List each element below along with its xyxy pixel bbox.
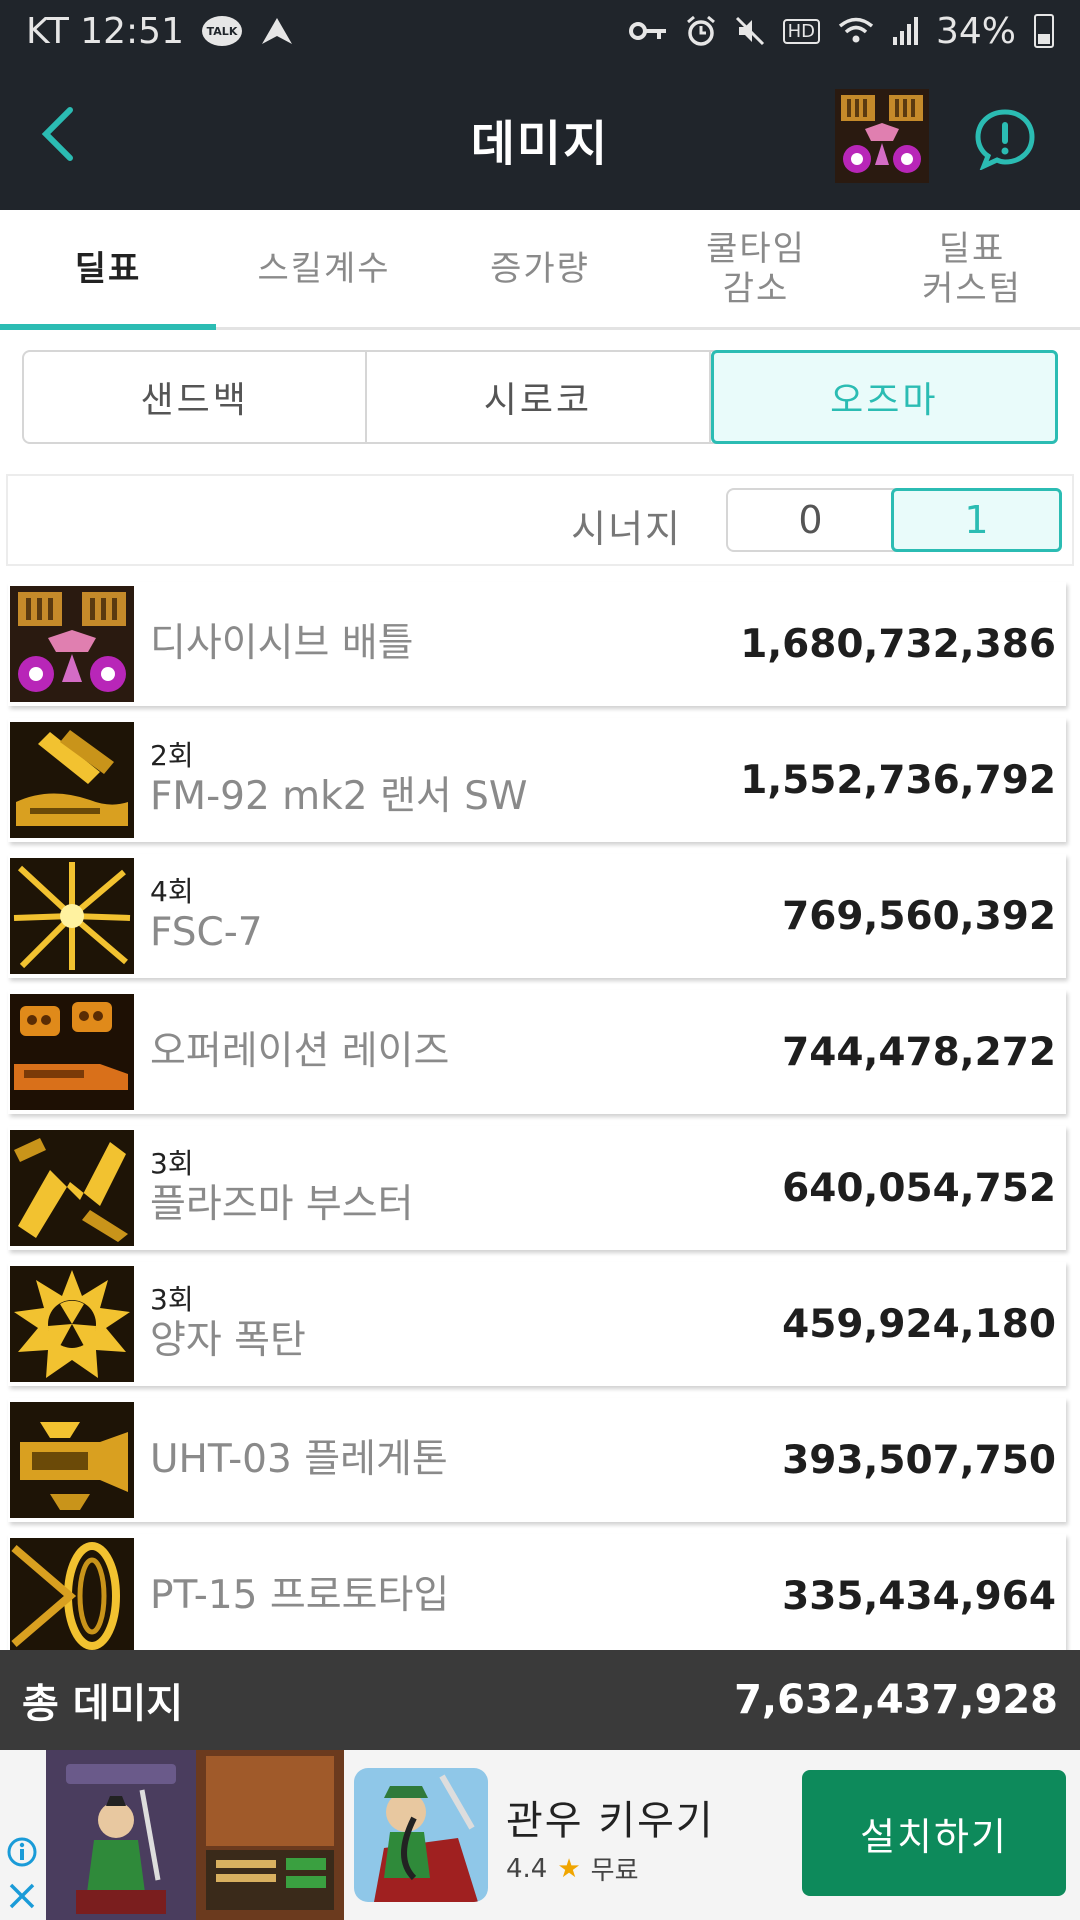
- segment-sirocco[interactable]: 시로코: [367, 352, 711, 442]
- total-damage-bar: 총 데미지 7,632,437,928: [0, 1650, 1080, 1750]
- battery-icon: [1034, 14, 1054, 48]
- list-item[interactable]: 2회 FM-92 mk2 랜서 SW 1,552,736,792: [8, 718, 1066, 842]
- segment-sandbag[interactable]: 샌드백: [24, 352, 368, 442]
- alarm-icon: [685, 15, 717, 47]
- ad-banner[interactable]: 관우 키우기 4.4 ★ 무료 설치하기: [0, 1750, 1080, 1920]
- skill-hits: 4회: [150, 875, 194, 908]
- signal-icon: [892, 17, 918, 45]
- skill-name: 양자 폭탄: [150, 1318, 306, 1363]
- segment-ozma[interactable]: 오즈마: [710, 350, 1058, 444]
- list-item[interactable]: 오퍼레이션 레이즈 744,478,272: [8, 990, 1066, 1114]
- synergy-label: 시너지: [571, 507, 682, 551]
- total-label: 총 데미지: [22, 1681, 184, 1727]
- tab-damage-table[interactable]: 딜표: [0, 210, 216, 330]
- tab-bar: 딜표 스킬계수 증가량 쿨타임 감소 딜표 커스텀: [0, 210, 1080, 330]
- list-item[interactable]: 4회 FSC-7 769,560,392: [8, 854, 1066, 978]
- skill-damage: 393,507,750: [782, 1437, 1056, 1483]
- tab-skill-coefficient[interactable]: 스킬계수: [216, 210, 432, 327]
- tab-cooldown-reduction[interactable]: 쿨타임 감소: [648, 210, 864, 327]
- skill-hits: 3회: [150, 1283, 194, 1316]
- operation-raise-icon: [10, 994, 134, 1110]
- mute-icon: [735, 16, 765, 46]
- battery-percent: 34%: [935, 10, 1016, 52]
- fsc-icon: [10, 858, 134, 974]
- kakaotalk-icon: TALK: [202, 16, 242, 46]
- phlegethon-icon: [10, 1402, 134, 1518]
- synergy-row: 시너지 0 1: [6, 474, 1074, 566]
- skill-hits: 3회: [150, 1147, 194, 1180]
- skill-damage: 459,924,180: [782, 1301, 1056, 1347]
- tab-custom-damage-table[interactable]: 딜표 커스텀: [864, 210, 1080, 327]
- ad-rating: 4.4: [506, 1853, 548, 1884]
- ad-price: 무료: [590, 1856, 639, 1886]
- install-button[interactable]: 설치하기: [802, 1770, 1066, 1896]
- skill-hits: 2회: [150, 739, 194, 772]
- synergy-option-0[interactable]: 0: [728, 490, 893, 550]
- skill-damage: 1,680,732,386: [740, 621, 1056, 667]
- lancer-icon: [10, 722, 134, 838]
- list-item[interactable]: PT-15 프로토타입 335,434,964: [8, 1534, 1066, 1650]
- target-selector: 샌드백 시로코 오즈마: [22, 350, 1058, 444]
- skill-name: FSC-7: [150, 910, 263, 955]
- skill-name: UHT-03 플레게톤: [150, 1437, 448, 1482]
- ad-game-screenshot[interactable]: [46, 1750, 344, 1920]
- wifi-icon: [838, 17, 874, 45]
- total-value: 7,632,437,928: [734, 1677, 1058, 1723]
- key-icon: [628, 19, 667, 43]
- star-icon: ★: [557, 1853, 581, 1884]
- skill-damage: 640,054,752: [782, 1165, 1056, 1211]
- list-item[interactable]: UHT-03 플레게톤 393,507,750: [8, 1398, 1066, 1522]
- skill-name: 오퍼레이션 레이즈: [150, 1029, 450, 1074]
- skill-name: 플라즈마 부스터: [150, 1182, 414, 1227]
- skill-damage: 1,552,736,792: [740, 757, 1056, 803]
- ad-app-meta: 4.4 ★ 무료: [506, 1850, 639, 1887]
- list-item[interactable]: 디사이시브 배틀 1,680,732,386: [8, 582, 1066, 706]
- skill-name: PT-15 프로토타입: [150, 1573, 450, 1618]
- synergy-toggle: 0 1: [726, 488, 1062, 552]
- quantum-bomb-icon: [10, 1266, 134, 1382]
- skill-damage: 769,560,392: [782, 893, 1056, 939]
- navigation-icon: [260, 16, 294, 46]
- synergy-option-1[interactable]: 1: [891, 488, 1062, 552]
- skill-damage: 744,478,272: [782, 1029, 1056, 1075]
- list-item[interactable]: 3회 양자 폭탄 459,924,180: [8, 1262, 1066, 1386]
- report-icon[interactable]: [974, 108, 1036, 171]
- skill-damage-list[interactable]: 디사이시브 배틀 1,680,732,386 2회 FM-92 mk2 랜서 S…: [0, 578, 1080, 1650]
- hd-voice-icon: HD: [782, 18, 820, 44]
- ad-close-icon[interactable]: [6, 1880, 38, 1912]
- skill-name: 디사이시브 배틀: [150, 621, 414, 666]
- ad-info-icon[interactable]: [6, 1836, 38, 1868]
- skill-damage: 335,434,964: [782, 1573, 1056, 1619]
- plasma-booster-icon: [10, 1130, 134, 1246]
- skill-name: FM-92 mk2 랜서 SW: [150, 774, 528, 819]
- ad-app-icon[interactable]: [354, 1768, 488, 1902]
- status-bar: KT 12:51 TALK HD 34%: [0, 0, 1080, 62]
- decisive-battle-icon: [10, 586, 134, 702]
- carrier-time: KT 12:51: [26, 10, 184, 52]
- list-item[interactable]: 3회 플라즈마 부스터 640,054,752: [8, 1126, 1066, 1250]
- ad-app-name[interactable]: 관우 키우기: [506, 1788, 715, 1846]
- character-avatar[interactable]: [835, 89, 929, 183]
- prototype-icon: [10, 1538, 134, 1650]
- tab-increase[interactable]: 증가량: [432, 210, 648, 327]
- app-bar: 데미지: [0, 62, 1080, 210]
